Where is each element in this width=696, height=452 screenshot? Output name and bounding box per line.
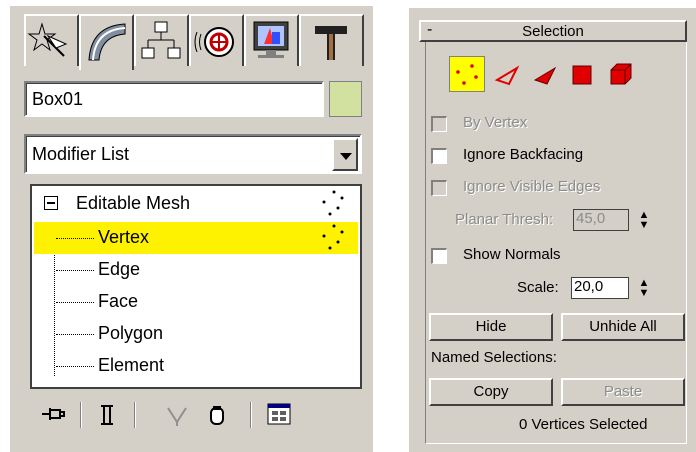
stack-item-label: Editable Mesh	[76, 193, 191, 213]
separator	[80, 402, 82, 428]
show-end-result-icon[interactable]	[92, 398, 122, 430]
copy-button[interactable]: Copy	[429, 378, 553, 406]
tree-branch	[56, 334, 94, 335]
tab-display[interactable]	[244, 14, 299, 66]
paste-button[interactable]: Paste	[561, 378, 685, 406]
tab-modify[interactable]	[79, 14, 134, 70]
face-icon	[533, 66, 557, 85]
show-normals-checkbox[interactable]	[431, 248, 447, 264]
vertex-dots-icon	[322, 224, 344, 250]
command-panel: Box01 Modifier List Editable Mesh Vertex	[10, 6, 373, 452]
hierarchy-icon	[141, 21, 181, 59]
tab-hierarchy[interactable]	[134, 14, 189, 66]
pin-stack-icon[interactable]	[38, 398, 68, 430]
modifier-stack: Editable Mesh Vertex Edge Face Polygon E…	[30, 184, 362, 389]
tree-branch	[56, 238, 94, 239]
stack-item-polygon[interactable]: Polygon	[34, 318, 358, 350]
selection-status: 0 Vertices Selected	[519, 416, 648, 433]
scale-value: 20,0	[574, 278, 604, 295]
hide-label: Hide	[475, 318, 507, 335]
stack-item-label: Face	[98, 291, 139, 311]
by-vertex-label: By Vertex	[463, 114, 528, 131]
named-selections-label: Named Selections:	[431, 349, 557, 366]
stack-item-label: Element	[98, 355, 165, 375]
scale-spinner[interactable]: 20,0	[571, 277, 629, 299]
utilities-hammer-icon	[315, 26, 347, 60]
hide-button[interactable]: Hide	[429, 313, 553, 341]
scale-arrows-icon[interactable]: ▲ ▼	[638, 278, 650, 300]
polygon-mode-button[interactable]	[569, 62, 595, 93]
ignore-backfacing-checkbox[interactable]	[431, 148, 447, 164]
element-icon	[610, 63, 632, 85]
separator	[250, 402, 252, 428]
chevron-down-icon	[340, 153, 352, 160]
selection-panel: - Selection By Vertex Ignore Backfacing …	[409, 8, 696, 452]
vertex-mode-button[interactable]	[449, 56, 485, 92]
unhide-all-button[interactable]: Unhide All	[561, 313, 685, 341]
object-color-swatch[interactable]	[329, 81, 362, 117]
rollout-title: Selection	[522, 23, 584, 40]
configure-modifier-sets-icon[interactable]	[264, 398, 294, 430]
stack-item-edge[interactable]: Edge	[34, 254, 358, 286]
stack-item-editable-mesh[interactable]: Editable Mesh	[34, 188, 358, 220]
stack-item-label: Vertex	[98, 227, 150, 247]
by-vertex-checkbox[interactable]	[431, 116, 447, 132]
ignore-visible-edges-checkbox[interactable]	[431, 180, 447, 196]
paste-label: Paste	[603, 383, 643, 400]
modify-curve-icon	[88, 23, 126, 61]
tree-branch	[56, 366, 94, 367]
planar-thresh-arrows-icon[interactable]: ▲ ▼	[638, 210, 650, 232]
planar-thresh-value: 45,0	[576, 210, 606, 227]
stack-item-label: Polygon	[98, 323, 164, 343]
tree-branch	[56, 302, 94, 303]
tab-utilities[interactable]	[299, 14, 364, 66]
tab-create[interactable]	[24, 14, 79, 66]
ignore-visible-edges-label: Ignore Visible Edges	[463, 178, 601, 195]
copy-label: Copy	[473, 383, 509, 400]
polygon-icon	[572, 65, 592, 85]
stack-toolbar	[24, 398, 364, 432]
show-normals-label: Show Normals	[463, 246, 561, 263]
dropdown-button[interactable]	[332, 138, 358, 171]
tree-branch	[56, 270, 94, 271]
subobject-dots-icon	[322, 190, 344, 216]
object-name-text: Box01	[32, 89, 84, 109]
edge-icon	[494, 65, 520, 86]
element-mode-button[interactable]	[605, 60, 635, 95]
display-monitor-icon	[253, 21, 289, 58]
object-name-field[interactable]: Box01	[24, 81, 324, 117]
edge-mode-button[interactable]	[493, 60, 523, 95]
scale-label: Scale:	[517, 279, 559, 296]
face-mode-button[interactable]	[531, 60, 561, 95]
planar-thresh-label: Planar Thresh:	[455, 211, 554, 228]
stack-item-face[interactable]: Face	[34, 286, 358, 318]
collapse-icon[interactable]	[44, 196, 58, 210]
planar-thresh-spinner[interactable]: 45,0	[573, 209, 629, 231]
tab-motion[interactable]	[189, 14, 244, 66]
selection-rollout-header[interactable]: - Selection	[419, 20, 687, 42]
ignore-backfacing-label: Ignore Backfacing	[463, 146, 584, 163]
remove-modifier-icon[interactable]	[202, 398, 232, 430]
vertex-icon	[456, 64, 478, 85]
motion-icon	[194, 27, 234, 57]
separator	[134, 402, 136, 428]
stack-item-label: Edge	[98, 259, 141, 279]
make-unique-icon	[162, 398, 192, 430]
stack-item-element[interactable]: Element	[34, 350, 358, 382]
modifier-list-dropdown[interactable]: Modifier List	[24, 134, 362, 174]
unhide-all-label: Unhide All	[589, 318, 657, 335]
stack-item-vertex[interactable]: Vertex	[34, 222, 358, 254]
create-star-icon	[27, 22, 68, 57]
modifier-list-label: Modifier List	[32, 144, 130, 164]
